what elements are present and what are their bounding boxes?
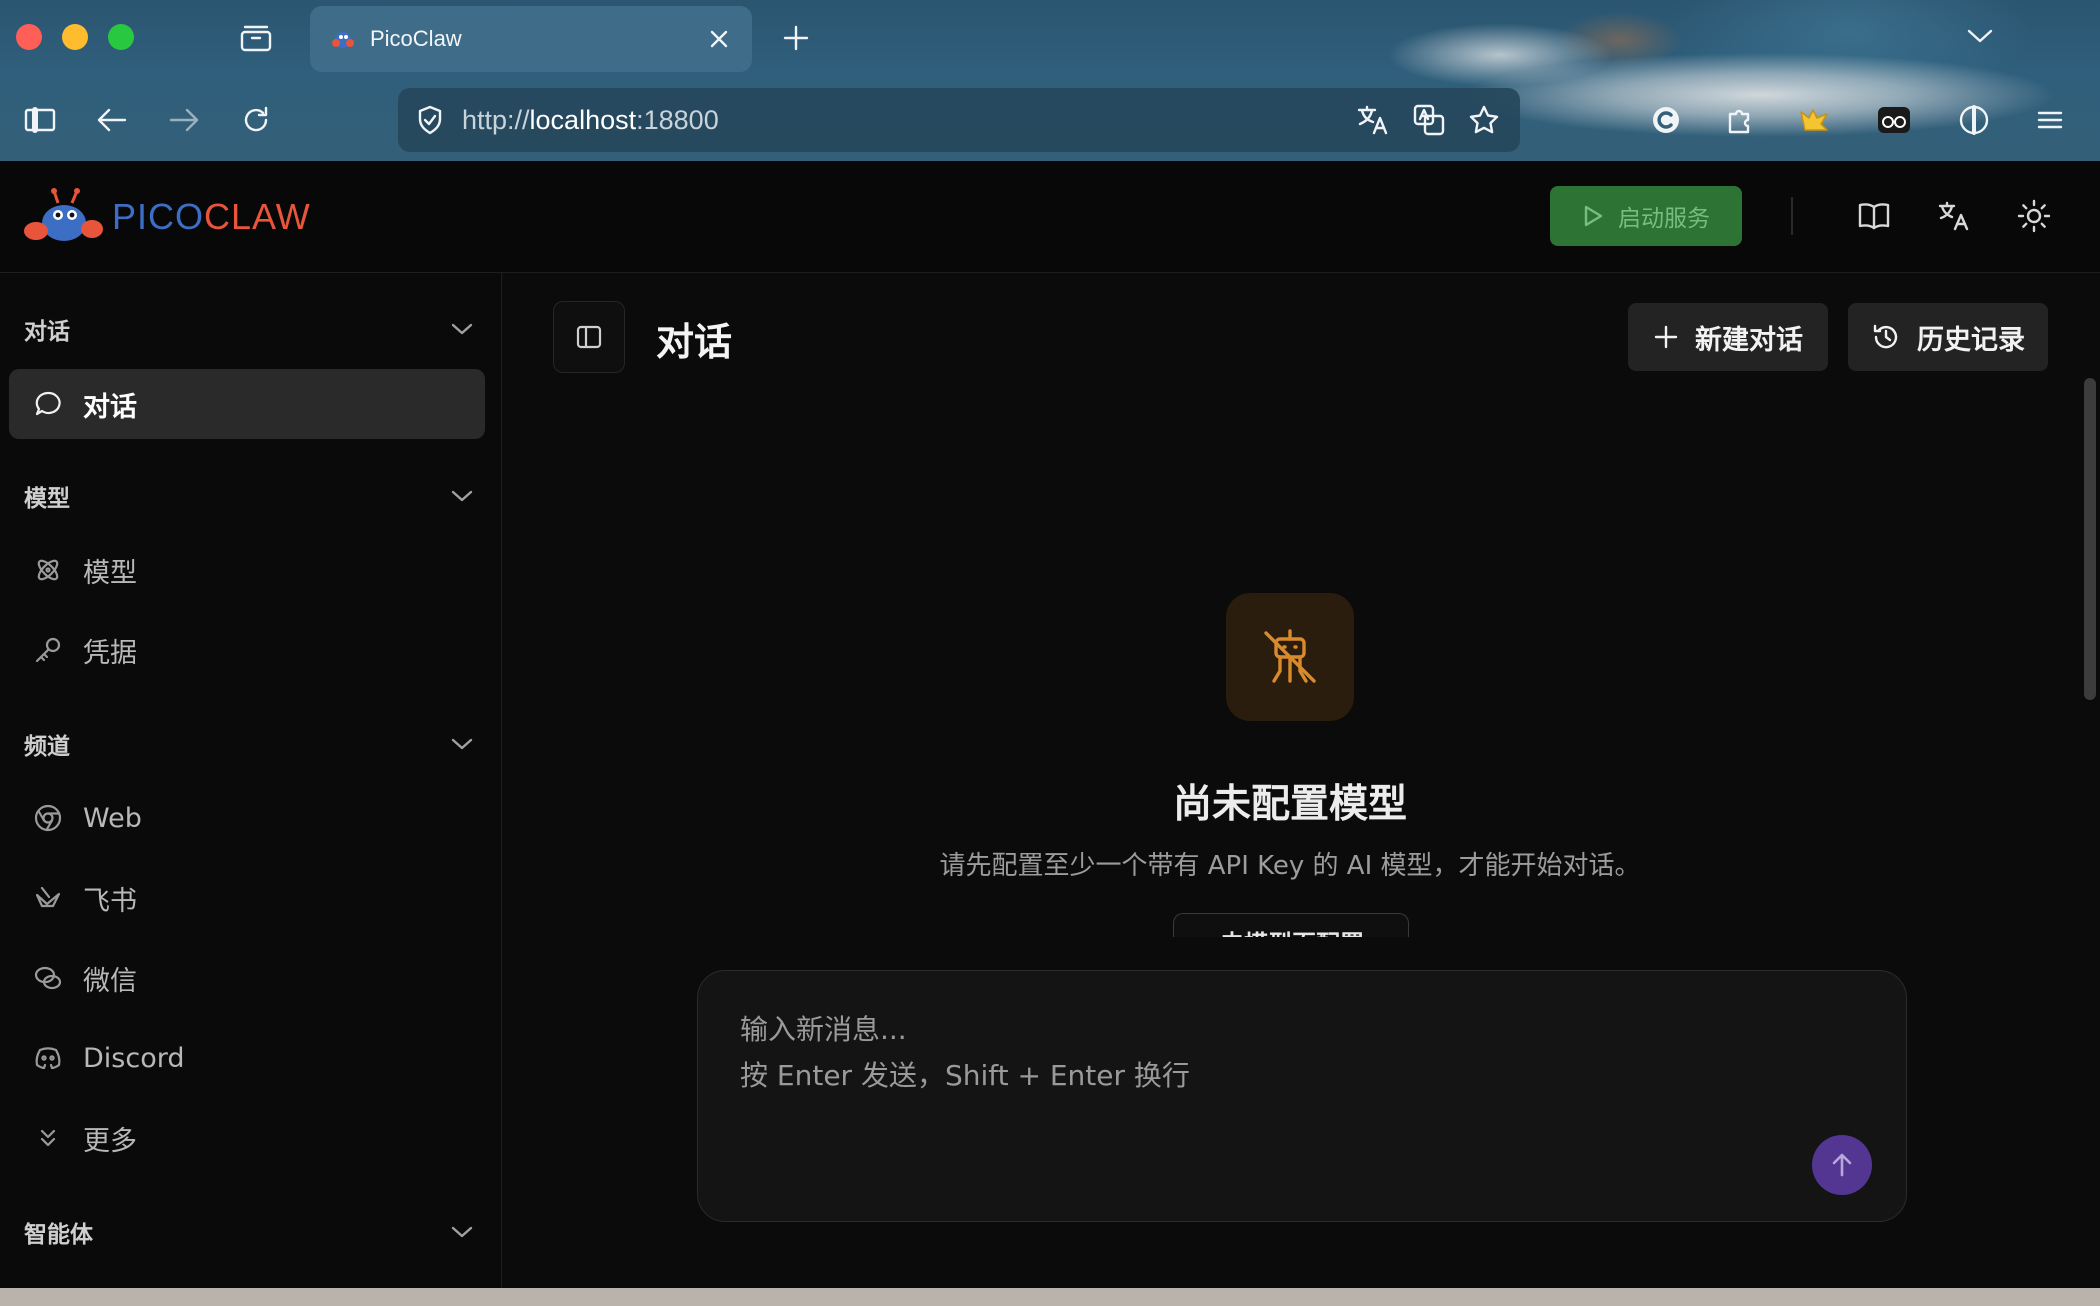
section-title: 对话 (24, 319, 70, 345)
translate-icon[interactable] (1356, 104, 1390, 136)
section-header-channels[interactable]: 频道 (24, 724, 474, 764)
sidebar-item-label: Discord (83, 1042, 185, 1074)
sidebar-item-label: Web (83, 802, 142, 834)
sidebar-item-chat[interactable]: 对话 (9, 369, 485, 439)
page-title: 对话 (656, 320, 733, 364)
section-header-models[interactable]: 模型 (24, 476, 474, 516)
no-model-robot-icon (1226, 593, 1354, 721)
chevron-down-icon (451, 738, 473, 750)
extension-fox-icon[interactable] (1794, 100, 1834, 140)
browser-chrome: PicoClaw http://localhost:18800 (0, 0, 2100, 161)
scrollbar[interactable] (2084, 378, 2096, 700)
minimize-window-button[interactable] (62, 24, 88, 50)
extensions-puzzle-icon[interactable] (1720, 100, 1760, 140)
reload-icon[interactable] (236, 100, 276, 140)
start-service-label: 启动服务 (1618, 206, 1710, 232)
new-chat-label: 新建对话 (1695, 324, 1803, 356)
new-chat-button[interactable]: 新建对话 (1628, 303, 1828, 371)
sidebar-item-label: 更多 (83, 1125, 137, 1157)
history-clock-icon (1873, 324, 1898, 349)
history-label: 历史记录 (1917, 324, 2025, 356)
section-title: 频道 (24, 734, 70, 760)
feishu-icon (33, 883, 63, 913)
shield-icon[interactable] (416, 104, 444, 136)
docs-book-icon[interactable] (1853, 195, 1895, 237)
tab-list-chevron-icon[interactable] (1960, 16, 2000, 56)
sidebar-item-models[interactable]: 模型 (9, 535, 485, 605)
chevron-down-icon (451, 490, 473, 502)
close-window-button[interactable] (16, 24, 42, 50)
logo-text-pico: PICO (112, 196, 205, 237)
language-icon[interactable] (1933, 195, 1975, 237)
sidebar-item-label: 对话 (83, 391, 137, 423)
section-title: 智能体 (24, 1222, 93, 1248)
maximize-window-button[interactable] (108, 24, 134, 50)
extension-glasses-icon[interactable] (1874, 100, 1914, 140)
logo-text-claw: CLAW (204, 196, 311, 237)
chevron-down-icon (451, 323, 473, 335)
discord-icon (33, 1043, 63, 1073)
empty-state-description: 请先配置至少一个带有 API Key 的 AI 模型，才能开始对话。 (939, 851, 1641, 881)
empty-state-title: 尚未配置模型 (1172, 782, 1407, 827)
crab-mascot-icon (24, 188, 103, 241)
sidebar-item-feishu[interactable]: 飞书 (9, 863, 485, 933)
arrow-up-icon (1832, 1153, 1852, 1177)
main-content: 对话 新建对话 历史记录 尚未配置模型 请先配置至少一个带有 API Key 的… (503, 273, 2100, 1306)
browser-tab[interactable]: PicoClaw (310, 6, 752, 72)
goto-models-button[interactable]: 去模型页配置 (1173, 913, 1409, 937)
chevron-down-icon (451, 1226, 473, 1238)
section-title: 模型 (24, 486, 70, 512)
picoclaw-logo[interactable]: PICOCLAW (22, 185, 311, 249)
chrome-icon (33, 803, 63, 833)
wechat-icon (33, 963, 63, 993)
sidebar-item-label: 凭据 (83, 637, 137, 669)
sidebar: 对话 对话 模型 模型 凭据 频道 Web 飞书 微信 Discord 更多 智… (0, 273, 502, 1306)
goto-models-label: 去模型页配置 (1174, 924, 1408, 937)
sidebar-item-wechat[interactable]: 微信 (9, 943, 485, 1013)
message-input-placeholder[interactable]: 输入新消息... 按 Enter 发送，Shift + Enter 换行 (740, 1007, 1190, 1099)
bookmark-star-icon[interactable] (1468, 104, 1500, 136)
browser-menu-icon[interactable] (2030, 100, 2070, 140)
tab-groups-icon[interactable] (236, 18, 276, 58)
panel-left-icon (576, 325, 602, 349)
toggle-sidebar-button[interactable] (553, 301, 625, 373)
message-composer[interactable]: 输入新消息... 按 Enter 发送，Shift + Enter 换行 (697, 970, 1907, 1222)
extension-c-icon[interactable] (1646, 100, 1686, 140)
header-divider (1791, 197, 1793, 235)
translate-page-icon[interactable] (1412, 103, 1446, 137)
chat-bubble-icon (33, 389, 63, 419)
start-service-button[interactable]: 启动服务 (1550, 186, 1742, 246)
chevrons-down-icon (33, 1123, 63, 1153)
sidebar-item-label: 飞书 (83, 885, 137, 917)
new-tab-icon[interactable] (776, 18, 816, 58)
atom-icon (33, 555, 63, 585)
send-button[interactable] (1812, 1135, 1872, 1195)
sidebar-item-label: 微信 (83, 965, 137, 997)
back-arrow-icon[interactable] (92, 100, 132, 140)
extension-shield-icon[interactable] (1954, 100, 1994, 140)
app-header: PICOCLAW 启动服务 (0, 161, 2100, 273)
picoclaw-favicon-icon (330, 28, 356, 50)
plus-icon (1654, 325, 1678, 349)
sidebar-item-credentials[interactable]: 凭据 (9, 615, 485, 685)
sidebar-item-more[interactable]: 更多 (9, 1103, 485, 1173)
sidebar-item-discord[interactable]: Discord (9, 1023, 485, 1093)
desktop-strip (0, 1288, 2100, 1306)
address-bar[interactable]: http://localhost:18800 (398, 88, 1520, 152)
sidebar-toggle-icon[interactable] (20, 100, 60, 140)
history-button[interactable]: 历史记录 (1848, 303, 2048, 371)
section-header-agents[interactable]: 智能体 (24, 1212, 474, 1252)
section-header-chat[interactable]: 对话 (24, 309, 474, 349)
forward-arrow-icon[interactable] (164, 100, 204, 140)
theme-sun-icon[interactable] (2013, 195, 2055, 237)
close-tab-icon[interactable] (706, 26, 732, 52)
tab-title: PicoClaw (370, 26, 462, 51)
key-icon (33, 635, 63, 665)
url-text[interactable]: http://localhost:18800 (462, 105, 1356, 136)
sidebar-item-web[interactable]: Web (9, 783, 485, 853)
play-icon (1584, 205, 1603, 227)
sidebar-item-label: 模型 (83, 557, 137, 589)
